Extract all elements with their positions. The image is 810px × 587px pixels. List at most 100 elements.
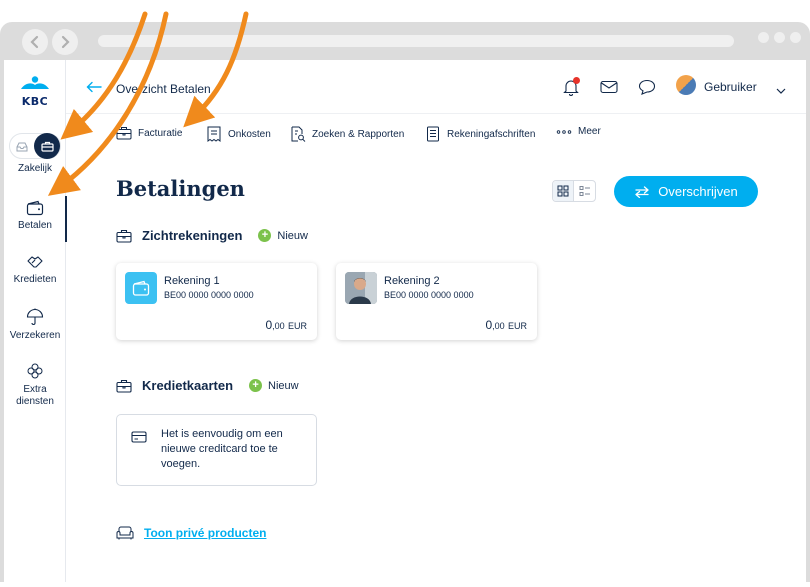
chevron-down-icon[interactable]	[776, 82, 786, 100]
plus-icon: +	[249, 379, 263, 392]
sidebar-item-extra-diensten[interactable]: Extra diensten	[4, 362, 66, 408]
briefcase-icon	[116, 127, 132, 140]
sidebar-item-label: Zakelijk	[18, 163, 52, 174]
grid-icon	[557, 185, 569, 197]
new-credit-card-button[interactable]: + Nieuw	[249, 379, 299, 392]
window-dot[interactable]	[790, 32, 801, 43]
window-dot[interactable]	[774, 32, 785, 43]
briefcase-icon	[116, 379, 132, 393]
back-arrow-icon[interactable]	[86, 80, 102, 98]
sidebar-item-label: Betalen	[18, 220, 52, 231]
user-name[interactable]: Gebruiker	[704, 80, 757, 94]
transfer-arrows-icon	[635, 185, 649, 198]
section-title: Kredietkaarten	[142, 378, 234, 393]
sidebar-item-kredieten[interactable]: Kredieten	[4, 254, 66, 285]
account-iban: BE00 0000 0000 0000	[164, 290, 254, 300]
new-account-button[interactable]: + Nieuw	[258, 229, 308, 242]
umbrella-icon	[4, 308, 66, 326]
document-list-icon	[427, 126, 439, 142]
kbc-logo-icon	[21, 76, 49, 89]
wallet-icon	[4, 200, 66, 216]
subnav-facturatie[interactable]: Facturatie	[116, 126, 182, 140]
sidebar-item-verzekeren[interactable]: Verzekeren	[4, 308, 66, 341]
sidebar-item-label: Verzekeren	[9, 330, 61, 341]
subnav-meer[interactable]: Meer	[556, 126, 601, 137]
browser-forward-button[interactable]	[52, 29, 78, 55]
arrow-right-icon	[61, 35, 70, 49]
browser-toolbar	[0, 22, 810, 60]
wallet-icon	[125, 272, 157, 304]
credit-card-empty-text: Het is eenvoudig om een nieuwe creditcar…	[161, 428, 283, 470]
subnav-zoeken-rapporten[interactable]: Zoeken & Rapporten	[290, 126, 404, 142]
account-iban: BE00 0000 0000 0000	[384, 290, 474, 300]
more-dots-icon	[556, 129, 572, 134]
mail-icon	[600, 80, 618, 94]
transfer-button-label: Overschrijven	[658, 184, 738, 199]
sidebar-item-label: Extra diensten	[16, 384, 54, 407]
list-view-button[interactable]	[574, 181, 595, 201]
app-viewport: KBC Zakelijk Betalen Kredieten Verzekere…	[4, 60, 806, 582]
account-name: Rekening 1	[164, 275, 220, 287]
sidebar-item-zakelijk[interactable]: Zakelijk	[4, 163, 66, 174]
flower-icon	[4, 362, 66, 380]
avatar[interactable]	[676, 75, 696, 95]
section-title: Zichtrekeningen	[142, 228, 243, 243]
document-search-icon	[291, 126, 306, 142]
account-card[interactable]: Rekening 1 BE00 0000 0000 0000 0,00 EUR	[116, 263, 317, 340]
add-credit-card-card[interactable]: Het is eenvoudig om een nieuwe creditcar…	[116, 414, 317, 486]
briefcase-icon	[116, 229, 132, 243]
subnav-rekeningafschriften[interactable]: Rekeningafschriften	[425, 126, 535, 142]
page-breadcrumb: Overzicht Betalen	[116, 82, 211, 96]
subnav-label: Facturatie	[138, 127, 183, 139]
credit-card-icon	[131, 430, 147, 448]
subnav-onkosten[interactable]: Onkosten	[206, 126, 271, 142]
notifications-button[interactable]	[560, 76, 582, 98]
page-title: Betalingen	[116, 176, 245, 201]
logo-text: KBC	[21, 95, 49, 108]
account-balance: 0,00 EUR	[265, 318, 307, 332]
plus-icon: +	[258, 229, 272, 242]
briefcase-icon[interactable]	[34, 133, 60, 159]
browser-back-button[interactable]	[22, 29, 48, 55]
balance-decimal: ,00	[272, 321, 285, 331]
show-private-products[interactable]: Toon privé producten	[116, 526, 266, 540]
notification-badge	[573, 77, 580, 84]
balance-currency: EUR	[287, 321, 307, 331]
transfer-button[interactable]: Overschrijven	[614, 176, 758, 207]
credit-cards-header: Kredietkaarten + Nieuw	[116, 378, 299, 393]
account-balance: 0,00 EUR	[485, 318, 527, 332]
profile-photo	[345, 272, 377, 304]
window-dot[interactable]	[758, 32, 769, 43]
sidebar-item-label: Kredieten	[13, 274, 57, 285]
subnav-label: Meer	[578, 126, 601, 137]
subnav-label: Onkosten	[228, 128, 271, 140]
sofa-icon	[116, 526, 134, 540]
view-toggle[interactable]	[552, 180, 596, 202]
grid-view-button[interactable]	[553, 181, 574, 201]
balance-decimal: ,00	[492, 321, 505, 331]
account-card[interactable]: Rekening 2 BE00 0000 0000 0000 0,00 EUR	[336, 263, 537, 340]
messages-button[interactable]	[598, 76, 620, 98]
chat-button[interactable]	[636, 76, 658, 98]
inbox-icon[interactable]	[14, 139, 30, 155]
new-label: Nieuw	[268, 379, 299, 392]
receipt-icon	[207, 126, 221, 142]
chat-bubble-icon	[638, 79, 656, 95]
address-bar[interactable]	[98, 35, 734, 47]
mode-toggle[interactable]	[9, 133, 61, 159]
top-bar: Overzicht Betalen Gebruiker	[66, 60, 806, 114]
show-private-link[interactable]: Toon privé producten	[144, 526, 266, 540]
list-icon	[579, 186, 590, 196]
subnav-label: Zoeken & Rapporten	[312, 128, 405, 140]
subnav-label: Rekeningafschriften	[447, 128, 536, 140]
account-name: Rekening 2	[384, 275, 440, 287]
sidebar: KBC Zakelijk Betalen Kredieten Verzekere…	[4, 60, 67, 582]
balance-currency: EUR	[507, 321, 527, 331]
sidebar-item-betalen[interactable]: Betalen	[4, 196, 67, 242]
arrow-left-icon	[30, 35, 39, 49]
handshake-icon	[4, 254, 66, 270]
browser-window: KBC Zakelijk Betalen Kredieten Verzekere…	[0, 22, 810, 582]
new-label: Nieuw	[277, 229, 308, 242]
current-accounts-header: Zichtrekeningen + Nieuw	[116, 228, 308, 243]
kbc-logo[interactable]: KBC	[17, 76, 53, 108]
